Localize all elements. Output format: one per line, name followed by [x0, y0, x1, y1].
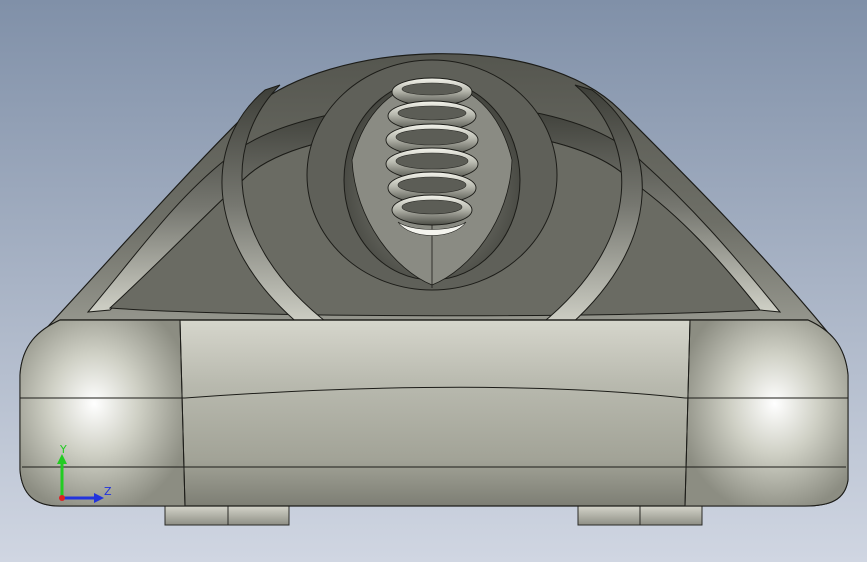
coordinate-triad: Y Z: [40, 440, 120, 510]
mount-foot-left: [164, 504, 290, 526]
mount-foot-right: [577, 504, 703, 526]
right-corner-fillet: [684, 319, 849, 507]
3d-model-part[interactable]: [0, 0, 867, 562]
z-axis-label: Z: [104, 485, 112, 498]
cad-3d-viewport[interactable]: Y Z: [0, 0, 867, 562]
y-axis-label: Y: [60, 443, 67, 456]
coil-ring: [391, 194, 473, 226]
axis-arrows-icon: [57, 454, 104, 503]
